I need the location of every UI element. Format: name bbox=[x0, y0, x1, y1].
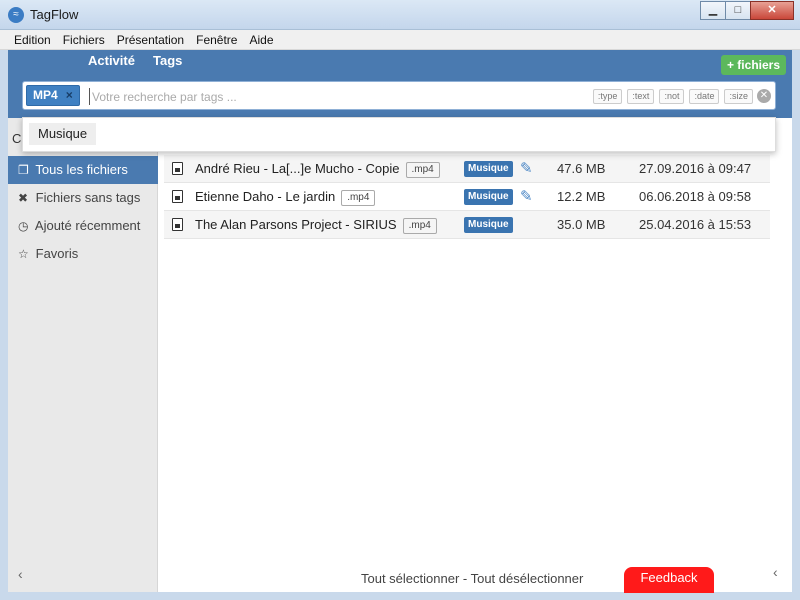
filter-type[interactable]: :type bbox=[592, 89, 623, 104]
sidebar-item-fichiers-sans-tags[interactable]: ✖ Fichiers sans tags bbox=[8, 184, 158, 212]
obscured-label: C bbox=[12, 131, 22, 146]
window-titlebar: ≈ TagFlow ▁ □ ✕ bbox=[0, 0, 800, 30]
window-border-left bbox=[0, 30, 8, 600]
app-logo-icon: ≈ bbox=[8, 7, 24, 23]
select-actions[interactable]: Tout sélectionner - Tout désélectionner bbox=[361, 571, 583, 586]
sidebar: ❐ Tous les fichiers ✖ Fichiers sans tags… bbox=[8, 118, 158, 592]
file-size: 35.0 MB bbox=[557, 217, 606, 232]
collapse-sidebar-icon[interactable]: ‹ bbox=[18, 566, 23, 582]
file-name[interactable]: André Rieu - La[...]e Mucho - Copie bbox=[195, 161, 400, 176]
table-row[interactable]: The Alan Parsons Project - SIRIUS .mp4 Mu… bbox=[164, 211, 770, 239]
clock-icon: ◷ bbox=[18, 219, 29, 233]
menu-aide[interactable]: Aide bbox=[243, 30, 279, 49]
file-name-cell: André Rieu - La[...]e Mucho - Copie .mp4 bbox=[195, 161, 440, 178]
file-icon bbox=[172, 190, 183, 203]
tag-badge[interactable]: Musique bbox=[464, 161, 513, 177]
table-row[interactable]: Etienne Daho - Le jardin .mp4 Musique ✎ 1… bbox=[164, 183, 770, 211]
filter-not[interactable]: :not bbox=[659, 89, 685, 104]
active-tag-chip[interactable]: MP4 × bbox=[26, 85, 80, 106]
clear-search-icon[interactable]: ✕ bbox=[757, 89, 771, 103]
file-name[interactable]: The Alan Parsons Project - SIRIUS bbox=[195, 217, 397, 232]
extension-badge: .mp4 bbox=[405, 161, 440, 178]
tag-badge[interactable]: Musique bbox=[464, 189, 513, 205]
suggestion-musique[interactable]: Musique bbox=[29, 123, 97, 145]
menu-fichiers[interactable]: Fichiers bbox=[57, 30, 111, 49]
tag-search-box: MP4 × :type :text :not :date :size ✕ bbox=[22, 81, 776, 110]
edit-tags-icon[interactable]: ✎ bbox=[520, 159, 533, 177]
add-files-button[interactable]: + fichiers bbox=[720, 55, 786, 75]
star-icon: ☆ bbox=[18, 247, 29, 261]
file-size: 47.6 MB bbox=[557, 161, 606, 176]
times-icon: ✖ bbox=[18, 191, 29, 205]
sidebar-item-label: Ajouté récemment bbox=[34, 218, 141, 233]
table-row[interactable]: André Rieu - La[...]e Mucho - Copie .mp4 … bbox=[164, 155, 770, 183]
search-filters: :type :text :not :date :size bbox=[592, 89, 753, 104]
file-date: 25.04.2016 à 15:53 bbox=[639, 217, 752, 232]
file-name-cell: The Alan Parsons Project - SIRIUS .mp4 bbox=[195, 217, 437, 234]
tag-badge[interactable]: Musique bbox=[464, 217, 513, 233]
sidebar-item-favoris[interactable]: ☆ Favoris bbox=[8, 240, 158, 268]
file-size: 12.2 MB bbox=[557, 189, 606, 204]
edit-tags-icon[interactable]: ✎ bbox=[520, 187, 533, 205]
window-border-right bbox=[792, 30, 800, 600]
menu-fenetre[interactable]: Fenêtre bbox=[190, 30, 243, 49]
filter-date[interactable]: :date bbox=[689, 89, 720, 104]
copy-icon: ❐ bbox=[18, 163, 29, 177]
menu-edition[interactable]: Edition bbox=[8, 30, 57, 49]
file-list: André Rieu - La[...]e Mucho - Copie .mp4 … bbox=[164, 155, 770, 239]
maximize-button[interactable]: □ bbox=[725, 1, 751, 20]
window-controls: ▁ □ ✕ bbox=[700, 1, 794, 20]
sidebar-item-ajoute-recemment[interactable]: ◷ Ajouté récemment bbox=[8, 212, 158, 240]
file-date: 27.09.2016 à 09:47 bbox=[639, 161, 752, 176]
filter-text[interactable]: :text bbox=[627, 89, 655, 104]
search-input[interactable] bbox=[89, 88, 489, 105]
file-name[interactable]: Etienne Daho - Le jardin bbox=[195, 189, 335, 204]
file-icon bbox=[172, 218, 183, 231]
tag-suggestions-dropdown: Musique bbox=[22, 117, 776, 152]
close-button[interactable]: ✕ bbox=[750, 1, 794, 20]
feedback-button[interactable]: Feedback bbox=[624, 567, 714, 593]
sidebar-item-label: Favoris bbox=[35, 246, 79, 261]
file-name-cell: Etienne Daho - Le jardin .mp4 bbox=[195, 189, 376, 206]
menu-presentation[interactable]: Présentation bbox=[111, 30, 190, 49]
extension-badge: .mp4 bbox=[402, 217, 437, 234]
tab-tags[interactable]: Tags bbox=[153, 53, 182, 68]
window-title: TagFlow bbox=[30, 7, 79, 22]
app-header: Activité Tags + fichiers MP4 × :type :tex… bbox=[8, 50, 792, 118]
sidebar-item-tous-les-fichiers[interactable]: ❐ Tous les fichiers bbox=[8, 156, 158, 184]
minimize-button[interactable]: ▁ bbox=[700, 1, 726, 20]
file-date: 06.06.2018 à 09:58 bbox=[639, 189, 752, 204]
file-icon bbox=[172, 162, 183, 175]
collapse-right-panel-icon[interactable]: ‹ bbox=[773, 564, 778, 580]
remove-tag-icon[interactable]: × bbox=[66, 88, 73, 102]
menu-bar: Edition Fichiers Présentation Fenêtre Ai… bbox=[0, 30, 800, 50]
extension-badge: .mp4 bbox=[341, 189, 376, 206]
tab-activite[interactable]: Activité bbox=[88, 53, 135, 68]
active-tag-label: MP4 bbox=[33, 88, 58, 102]
window-border-bottom bbox=[0, 592, 800, 600]
sidebar-item-label: Fichiers sans tags bbox=[35, 190, 141, 205]
sidebar-item-label: Tous les fichiers bbox=[35, 162, 128, 177]
filter-size[interactable]: :size bbox=[724, 89, 753, 104]
